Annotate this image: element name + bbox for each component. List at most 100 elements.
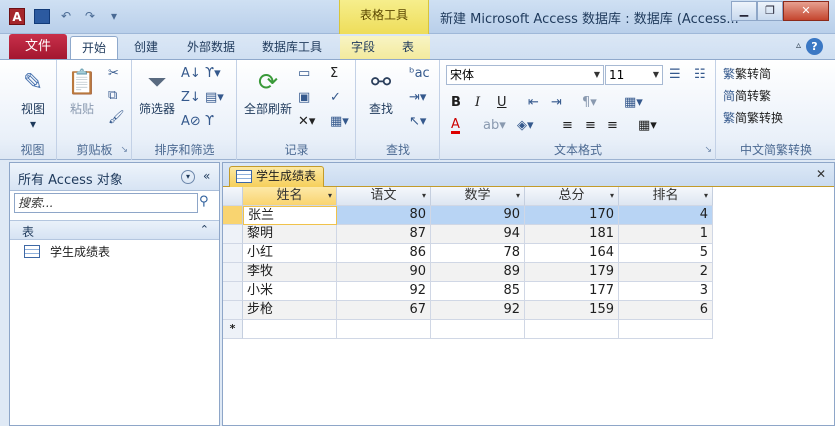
format-painter-icon[interactable]: 🖌 — [108, 110, 125, 126]
nav-collapse-icon[interactable]: « — [203, 169, 210, 183]
table-cell[interactable]: 89 — [431, 263, 525, 282]
goto-icon[interactable]: ⇥▾ — [409, 90, 426, 106]
convert-button[interactable]: 繁简繁转换 — [723, 109, 783, 126]
search-icon[interactable]: ⚲ — [199, 194, 209, 209]
table-cell[interactable]: 李牧 — [243, 263, 337, 282]
column-header[interactable]: 姓名 ▾ — [243, 187, 337, 206]
sort-dropdown-icon[interactable]: ▾ — [704, 187, 708, 205]
nav-item-student-table[interactable]: 学生成绩表 — [24, 243, 110, 260]
sort-dropdown-icon[interactable]: ▾ — [328, 187, 332, 205]
paste-button[interactable]: 📋 粘贴 — [64, 66, 100, 117]
tab-fields[interactable]: 字段 — [340, 36, 386, 60]
totals-icon[interactable]: Σ — [330, 66, 338, 82]
nav-menu-chevron-icon[interactable]: ▾ — [181, 170, 195, 184]
table-cell[interactable]: 5 — [619, 244, 713, 263]
replace-icon[interactable]: ᵇac — [409, 66, 430, 82]
record-selector[interactable] — [223, 282, 243, 301]
minimize-ribbon-icon[interactable]: ▵ — [796, 40, 801, 51]
table-cell[interactable]: 179 — [525, 263, 619, 282]
record-selector[interactable] — [223, 244, 243, 263]
font-size-select[interactable]: 11 ▼ — [605, 65, 663, 85]
tab-file[interactable]: 文件 — [9, 34, 67, 60]
alt-fill-icon[interactable]: ▦▾ — [638, 118, 657, 134]
bullets-icon[interactable]: ☰ — [669, 67, 681, 83]
record-selector[interactable] — [223, 301, 243, 320]
simp-to-trad-button[interactable]: 简简转繁 — [723, 87, 771, 104]
table-cell[interactable] — [243, 320, 337, 339]
doc-tab-student-table[interactable]: 学生成绩表 — [229, 166, 324, 187]
tab-database-tools[interactable]: 数据库工具 — [252, 36, 332, 60]
numbering-icon[interactable]: ☷ — [694, 67, 706, 83]
close-button[interactable]: ✕ — [783, 1, 829, 21]
cut-icon[interactable]: ✂ — [108, 66, 119, 82]
nav-header[interactable]: 所有 Access 对象 ▾ « — [10, 163, 219, 191]
find-button[interactable]: ⚯ 查找 — [363, 66, 399, 117]
table-cell[interactable]: 1 — [619, 225, 713, 244]
italic-button[interactable]: I — [475, 95, 480, 111]
column-header[interactable]: 语文 ▾ — [337, 187, 431, 206]
increase-indent-icon[interactable]: ⇥ — [551, 95, 562, 111]
nav-search-input[interactable]: 搜索... — [14, 193, 198, 213]
record-selector[interactable] — [223, 263, 243, 282]
table-cell[interactable]: 170 — [525, 206, 619, 225]
tab-home[interactable]: 开始 — [70, 36, 118, 60]
table-cell[interactable] — [525, 320, 619, 339]
table-cell[interactable] — [619, 320, 713, 339]
table-cell[interactable]: 92 — [431, 301, 525, 320]
minimize-button[interactable]: ▁ — [731, 1, 757, 21]
sort-descending-icon[interactable]: Z↓ — [181, 90, 201, 106]
align-right-icon[interactable]: ≡ — [607, 118, 618, 134]
trad-to-simp-button[interactable]: 繁繁转简 — [723, 65, 771, 82]
text-format-launcher-icon[interactable]: ↘ — [704, 145, 712, 155]
font-name-select[interactable]: 宋体 ▼ — [446, 65, 604, 85]
refresh-all-button[interactable]: ⟳ 全部刷新 — [240, 66, 296, 117]
table-cell[interactable]: 94 — [431, 225, 525, 244]
table-cell[interactable]: 85 — [431, 282, 525, 301]
access-app-icon[interactable]: A — [9, 8, 25, 25]
table-cell[interactable]: 6 — [619, 301, 713, 320]
table-cell[interactable]: 90 — [431, 206, 525, 225]
table-cell[interactable]: 2 — [619, 263, 713, 282]
section-collapse-icon[interactable]: ⌃ — [200, 223, 209, 236]
redo-icon[interactable]: ↷ — [82, 9, 98, 24]
table-cell[interactable]: 小米 — [243, 282, 337, 301]
column-header[interactable]: 总分 ▾ — [525, 187, 619, 206]
table-cell[interactable]: 164 — [525, 244, 619, 263]
font-color-button[interactable]: A — [451, 118, 460, 134]
view-button[interactable]: ✎ 视图 ▾ — [15, 66, 51, 131]
table-cell[interactable]: 小红 — [243, 244, 337, 263]
filter-button[interactable]: ⏷ 筛选器 — [137, 66, 177, 117]
record-selector[interactable] — [223, 206, 243, 225]
table-cell[interactable] — [431, 320, 525, 339]
selection-filter-icon[interactable]: ϒ▾ — [205, 66, 221, 82]
table-cell[interactable]: 80 — [337, 206, 431, 225]
save-icon[interactable] — [34, 9, 50, 24]
more-records-icon[interactable]: ▦▾ — [330, 114, 349, 130]
record-selector[interactable] — [223, 225, 243, 244]
help-icon[interactable]: ? — [806, 38, 823, 55]
table-cell[interactable]: 92 — [337, 282, 431, 301]
advanced-filter-icon[interactable]: ▤▾ — [205, 90, 224, 106]
table-cell[interactable]: 90 — [337, 263, 431, 282]
customize-qat-icon[interactable]: ▾ — [106, 9, 122, 24]
table-cell[interactable]: 78 — [431, 244, 525, 263]
table-cell[interactable]: 4 — [619, 206, 713, 225]
new-record-icon[interactable]: ▭ — [298, 66, 310, 82]
sort-dropdown-icon[interactable]: ▾ — [610, 187, 614, 205]
bold-button[interactable]: B — [451, 95, 461, 111]
underline-button[interactable]: U — [497, 95, 507, 111]
spelling-icon[interactable]: ✓ — [330, 90, 341, 106]
select-icon[interactable]: ↖▾ — [409, 114, 426, 130]
toggle-filter-icon[interactable]: ϒ — [205, 114, 214, 130]
clipboard-launcher-icon[interactable]: ↘ — [120, 145, 128, 155]
restore-button[interactable]: ❐ — [757, 1, 783, 21]
table-cell[interactable]: 159 — [525, 301, 619, 320]
table-cell[interactable]: 67 — [337, 301, 431, 320]
fill-color-icon[interactable]: ◈▾ — [517, 118, 534, 134]
undo-icon[interactable]: ↶ — [58, 9, 74, 24]
table-cell[interactable]: 181 — [525, 225, 619, 244]
nav-section-tables[interactable]: 表 ⌃ — [10, 220, 219, 240]
align-center-icon[interactable]: ≡ — [585, 118, 596, 134]
table-cell[interactable] — [337, 320, 431, 339]
align-left-icon[interactable]: ≡ — [562, 118, 573, 134]
